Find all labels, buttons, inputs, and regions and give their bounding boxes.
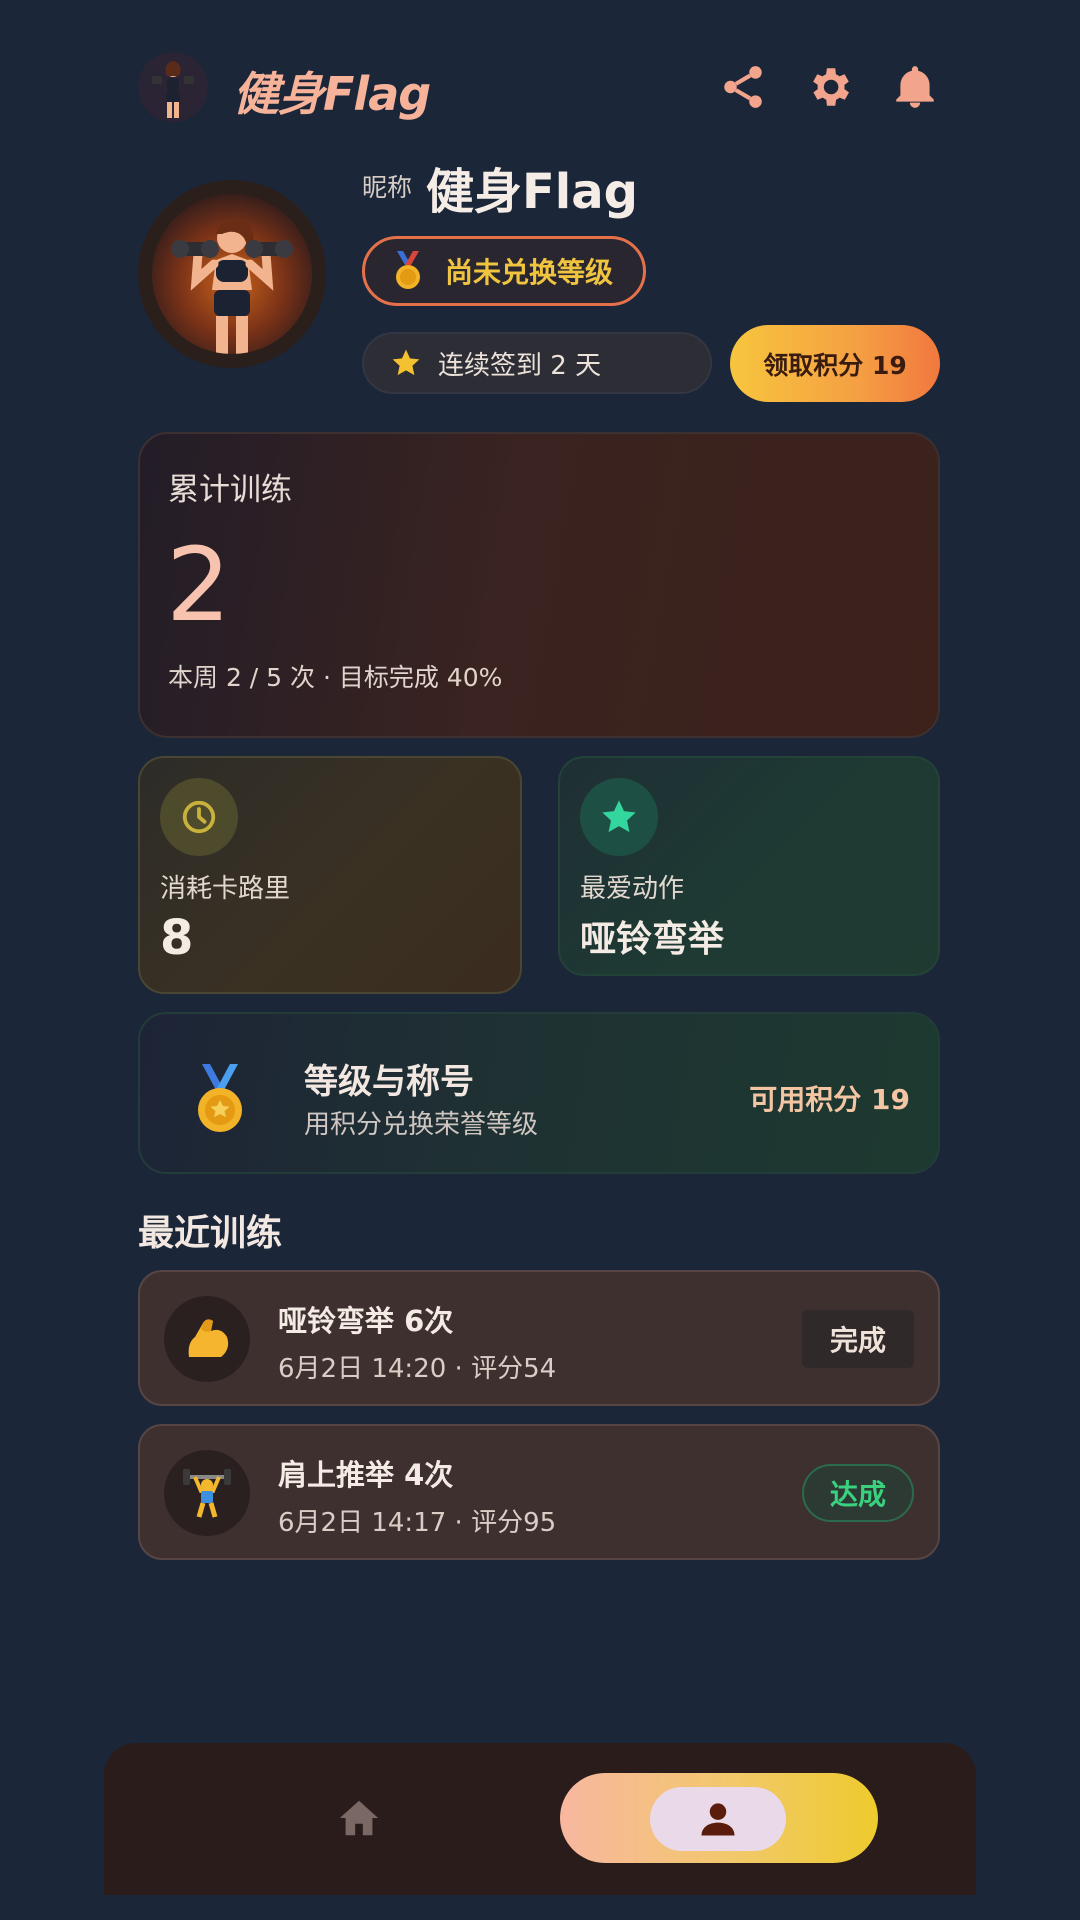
rank-title-card[interactable]: 等级与称号 用积分兑换荣誉等级 可用积分 19	[138, 1012, 940, 1174]
total-training-label: 累计训练	[168, 472, 292, 508]
favorite-value: 哑铃弯举	[580, 919, 725, 960]
top-bar: 健身Flag	[138, 50, 938, 124]
calorie-label: 消耗卡路里	[160, 874, 291, 904]
bottom-navigation	[104, 1743, 976, 1895]
star-icon	[580, 778, 658, 856]
training-record[interactable]: 哑铃弯举 6次 6月2日 14:20 · 评分54 完成	[138, 1270, 940, 1406]
weekly-progress-text: 本周 2 / 5 次 · 目标完成 40%	[168, 663, 503, 692]
recent-training-title: 最近训练	[138, 1213, 283, 1254]
available-points: 可用积分 19	[749, 1083, 910, 1116]
user-avatar[interactable]	[138, 180, 326, 368]
total-training-card[interactable]: 累计训练 2 本周 2 / 5 次 · 目标完成 40%	[138, 432, 940, 738]
calorie-card[interactable]: 消耗卡路里 8	[138, 756, 522, 994]
rank-title: 等级与称号	[304, 1062, 474, 1102]
favorite-exercise-card[interactable]: 最爱动作 哑铃弯举	[558, 756, 940, 976]
app-logo	[138, 52, 208, 122]
share-icon[interactable]	[718, 62, 768, 112]
app-title: 健身Flag	[233, 67, 431, 121]
training-record[interactable]: 肩上推举 4次 6月2日 14:17 · 评分95 达成	[138, 1424, 940, 1560]
home-icon[interactable]	[336, 1795, 382, 1841]
star-icon	[392, 349, 420, 376]
claim-points-button[interactable]: 领取积分 19	[730, 325, 940, 402]
medal-icon	[198, 1064, 242, 1132]
status-badge: 达成	[802, 1464, 914, 1522]
bell-icon[interactable]	[890, 62, 940, 112]
rank-description: 用积分兑换荣誉等级	[304, 1110, 539, 1140]
status-badge: 完成	[802, 1310, 914, 1368]
avatar-image	[152, 194, 312, 354]
favorite-label: 最爱动作	[580, 874, 685, 904]
record-meta: 6月2日 14:20 · 评分54	[278, 1354, 557, 1384]
profile-page: 健身Flag 昵称 健身Flag 尚未兑换等级 连续签到 2 天 领取积分 19…	[0, 0, 1080, 1920]
clock-icon	[160, 778, 238, 856]
level-badge-label: 尚未兑换等级	[445, 256, 614, 289]
person-icon	[650, 1787, 786, 1851]
record-title: 肩上推举 4次	[278, 1458, 454, 1492]
nickname: 健身Flag	[426, 164, 638, 220]
flexed-bicep-icon	[164, 1296, 250, 1382]
medal-icon	[396, 251, 420, 289]
calorie-value: 8	[160, 910, 194, 966]
total-training-value: 2	[166, 526, 231, 645]
record-title: 哑铃弯举 6次	[278, 1304, 454, 1338]
nickname-label: 昵称	[362, 173, 413, 202]
level-badge[interactable]: 尚未兑换等级	[362, 236, 646, 306]
checkin-streak: 连续签到 2 天	[362, 332, 712, 394]
record-meta: 6月2日 14:17 · 评分95	[278, 1508, 557, 1538]
weightlifter-icon	[164, 1450, 250, 1536]
nav-tab-profile[interactable]	[560, 1773, 878, 1863]
gear-icon[interactable]	[804, 62, 854, 112]
checkin-label: 连续签到 2 天	[438, 350, 602, 381]
